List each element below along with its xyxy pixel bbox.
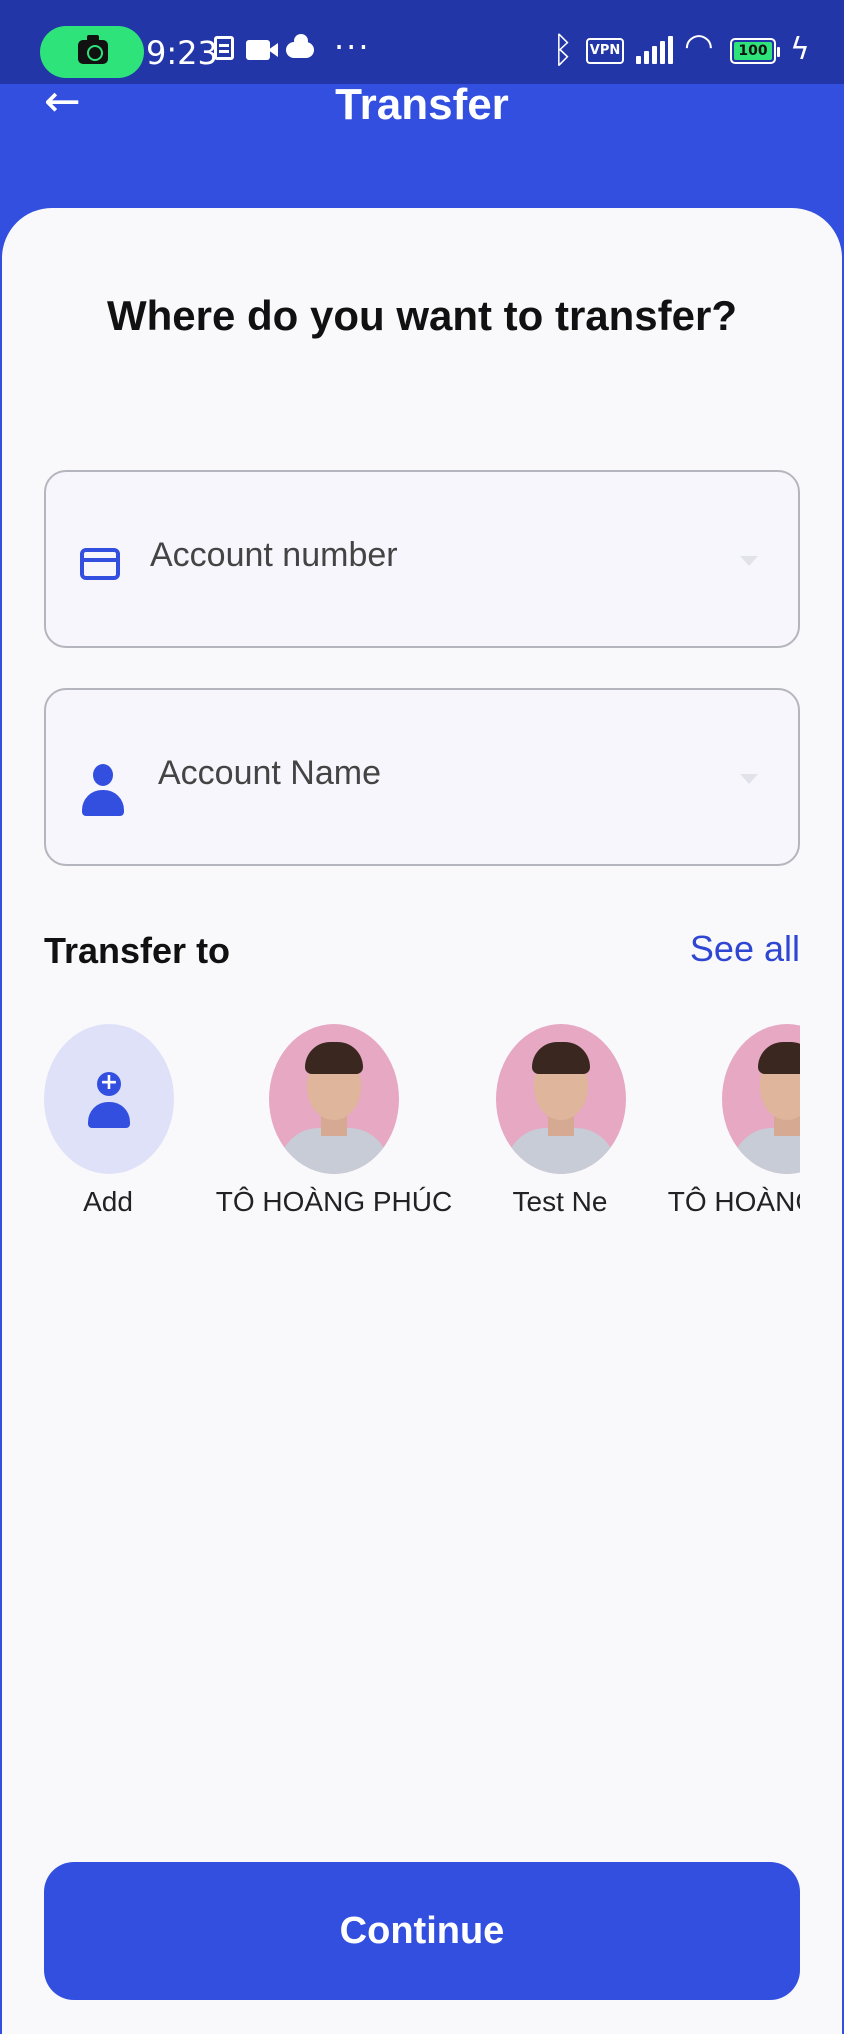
more-notifications-icon: ··· [334,28,371,66]
continue-button[interactable]: Continue [44,1862,800,2000]
status-bar: 9:23 ··· ᛒ VPN ◠ 100 ϟ [0,0,844,84]
cloud-icon [286,34,314,58]
account-name-placeholder: Account Name [158,754,381,792]
chevron-down-icon[interactable] [740,774,758,784]
screen-record-icon [78,35,108,64]
battery-icon: 100 [730,38,780,64]
avatar[interactable] [269,1024,399,1174]
page-title: Transfer [335,80,509,129]
avatar[interactable] [722,1024,800,1174]
battery-level: 100 [734,42,772,60]
signal-icon [636,36,673,64]
transfer-to-heading: Transfer to [44,930,231,971]
video-icon [246,40,278,60]
bluetooth-icon: ᛒ [552,30,574,71]
credit-card-icon [80,548,120,580]
add-avatar[interactable]: + [44,1024,174,1174]
account-number-placeholder: Account number [150,536,398,574]
recipients-list: + Add TÔ HOÀNG PHÚC Test Ne TÔ HOÀNG PHÚ… [0,1024,800,1224]
add-person-icon: + [88,1072,130,1128]
charging-icon: ϟ [790,32,810,67]
status-time: 9:23 [146,34,218,72]
recipient-name: TÔ HOÀNG PHÚC [215,1186,453,1217]
vpn-icon: VPN [586,38,624,64]
chevron-down-icon[interactable] [740,556,758,566]
see-all-link[interactable]: See all [690,928,800,970]
account-number-field[interactable]: Account number [44,470,800,648]
account-name-field[interactable]: Account Name [44,688,800,866]
avatar[interactable] [496,1024,626,1174]
recipient-name: TÔ HOÀNG PHÚC [667,1186,800,1217]
document-icon [214,36,234,60]
transfer-question: Where do you want to transfer? [106,292,738,339]
screen-record-indicator[interactable] [40,26,144,78]
recipient-name: Add [83,1186,133,1217]
recipient-name: Test Ne [512,1186,608,1217]
wifi-icon: ◠ [684,26,714,66]
person-icon [82,764,124,820]
